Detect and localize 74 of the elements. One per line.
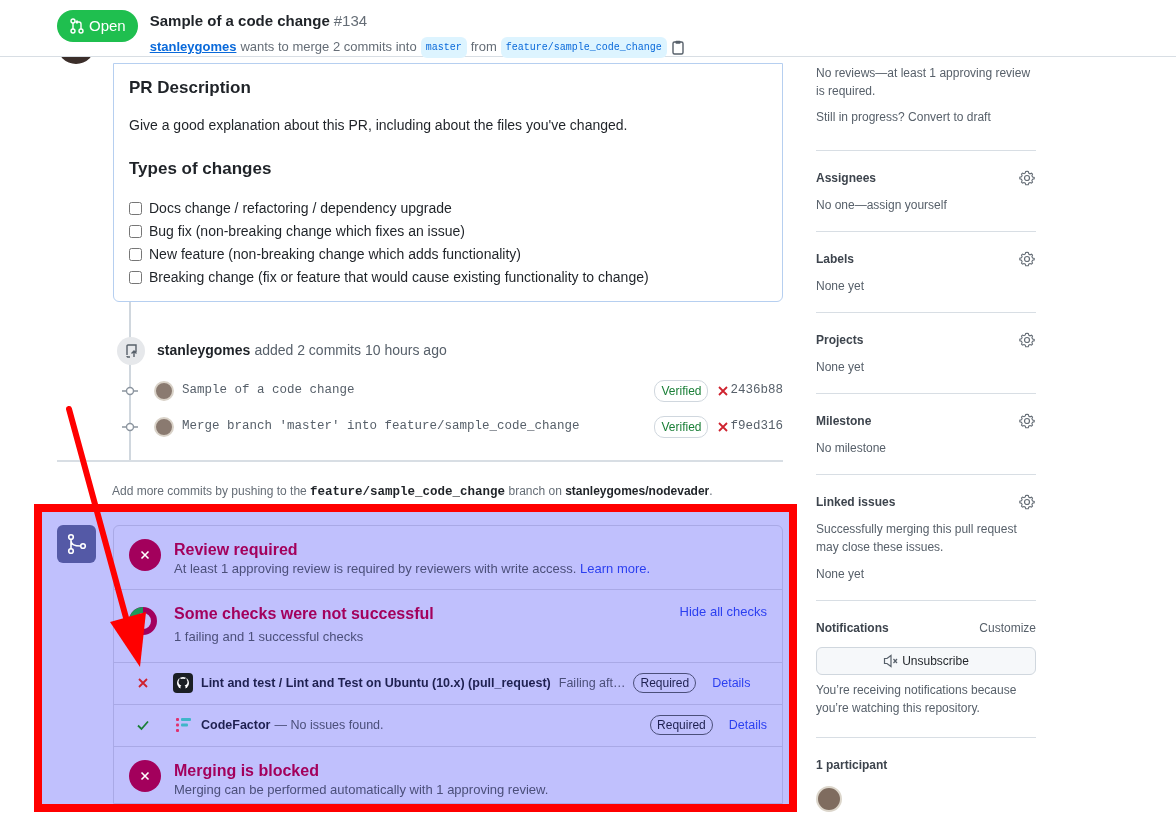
verified-badge[interactable]: Verified [654, 415, 709, 438]
checks-title: Some checks were not successful [174, 603, 435, 624]
commit-message[interactable]: Merge branch 'master' into feature/sample_code_change [182, 417, 580, 437]
push-glyph-icon [123, 343, 139, 359]
event-time[interactable]: 10 hours ago [365, 340, 447, 362]
checkbox[interactable] [129, 201, 142, 215]
section-heading: Milestone [816, 413, 872, 430]
check-description: Failing aft… [558, 674, 626, 692]
description-text: Give a good explanation about this PR, including about the files you've changed. [129, 116, 629, 136]
event-text: added 2 commits [254, 341, 361, 361]
branch-label[interactable]: feature/sample_code_change [500, 36, 667, 58]
github-logo-icon [173, 673, 193, 694]
pr-number: #134 [333, 12, 368, 29]
commit-message[interactable]: Sample of a code change [182, 381, 355, 401]
branch-glyph-icon [65, 532, 88, 555]
checklist-label: New feature (non-breaking change which adds functionality) [149, 244, 521, 264]
settings-icon[interactable] [1019, 250, 1036, 268]
check-name: Lint and test / Lint and Test on Ubuntu (10.x) (pull_request) [201, 674, 551, 692]
settings-icon[interactable] [1019, 331, 1036, 349]
section-text: Successfully merging this pull request may close these issues. [816, 521, 1018, 556]
check-name: CodeFactor [201, 716, 271, 734]
section-heading: Assignees [816, 170, 877, 187]
changes-heading: Types of changes [129, 159, 273, 180]
customize-link[interactable]: Customize [979, 619, 1036, 637]
status-text: At least 1 approving review is required by reviewers with write access. Learn more. [174, 560, 651, 578]
section-heading: Notifications [816, 620, 889, 637]
section-text: No one—assign yourself [816, 197, 948, 214]
status-text: Merging can be performed automatically with 1 approving review. [174, 781, 549, 799]
checks-summary: 1 failing and 1 successful checks [174, 628, 365, 646]
checklist-label: Docs change / refactoring / dependency upgrade [149, 198, 452, 218]
commit-sha[interactable]: f9ed316 [730, 417, 783, 437]
unsubscribe-button[interactable]: Unsubscribe [816, 647, 1036, 675]
author-link[interactable]: stanleygomes [149, 37, 237, 57]
mute-icon [883, 653, 899, 669]
settings-icon[interactable] [1019, 412, 1036, 430]
actor-name[interactable]: stanleygomes [157, 340, 251, 362]
hide-checks-link[interactable]: Hide all checks [679, 602, 767, 646]
verified-badge[interactable]: Verified [654, 379, 709, 402]
push-hint-text: Add more commits by pushing to the feature/sample_code_change branch on stanleygomes/nodevader. [112, 482, 714, 501]
section-text: You’re receiving notifications because you’re watching this repository. [816, 682, 1018, 717]
section-heading: Linked issues [816, 494, 896, 511]
status-title: Merging is blocked [174, 760, 320, 781]
avatar [154, 416, 174, 437]
details-link[interactable]: Details [728, 715, 767, 735]
learn-more-link[interactable]: Learn more. [580, 561, 651, 577]
merge-summary: wants to merge 2 commits into [240, 38, 417, 57]
branch-label[interactable]: master [420, 36, 467, 58]
reviewers-text: No reviews—at least 1 approving review is required. [816, 65, 1032, 100]
settings-icon[interactable] [1019, 493, 1036, 511]
status-title: Review required [174, 539, 299, 560]
section-heading: 1 participant [816, 757, 888, 774]
pr-title: Sample of a code change [149, 12, 330, 29]
convert-draft-link[interactable]: Still in progress? Convert to draft [816, 108, 1036, 126]
participant-avatar[interactable] [816, 786, 842, 812]
clipboard-icon[interactable] [670, 39, 685, 55]
commit-sha[interactable]: 2436b88 [730, 381, 783, 401]
checkbox[interactable] [129, 270, 142, 284]
section-heading: Projects [816, 332, 864, 349]
checklist-label: Breaking change (fix or feature that would cause existing functionality to change) [149, 267, 649, 287]
pull-request-icon [69, 18, 85, 34]
description-heading: PR Description [129, 78, 252, 99]
checkbox[interactable] [129, 247, 142, 261]
avatar [154, 380, 174, 401]
check-description: — No issues found. [274, 716, 384, 734]
checkbox[interactable] [129, 224, 142, 238]
section-text: No milestone [816, 440, 888, 457]
checklist-label: Bug fix (non-breaking change which fixes an issue) [149, 221, 465, 241]
settings-icon[interactable] [1019, 169, 1036, 187]
section-text: None yet [816, 278, 866, 295]
section-text: None yet [816, 566, 866, 583]
section-heading: Labels [816, 251, 854, 268]
details-link[interactable]: Details [712, 673, 751, 693]
from-label: from [470, 38, 497, 57]
section-text: None yet [816, 359, 866, 376]
